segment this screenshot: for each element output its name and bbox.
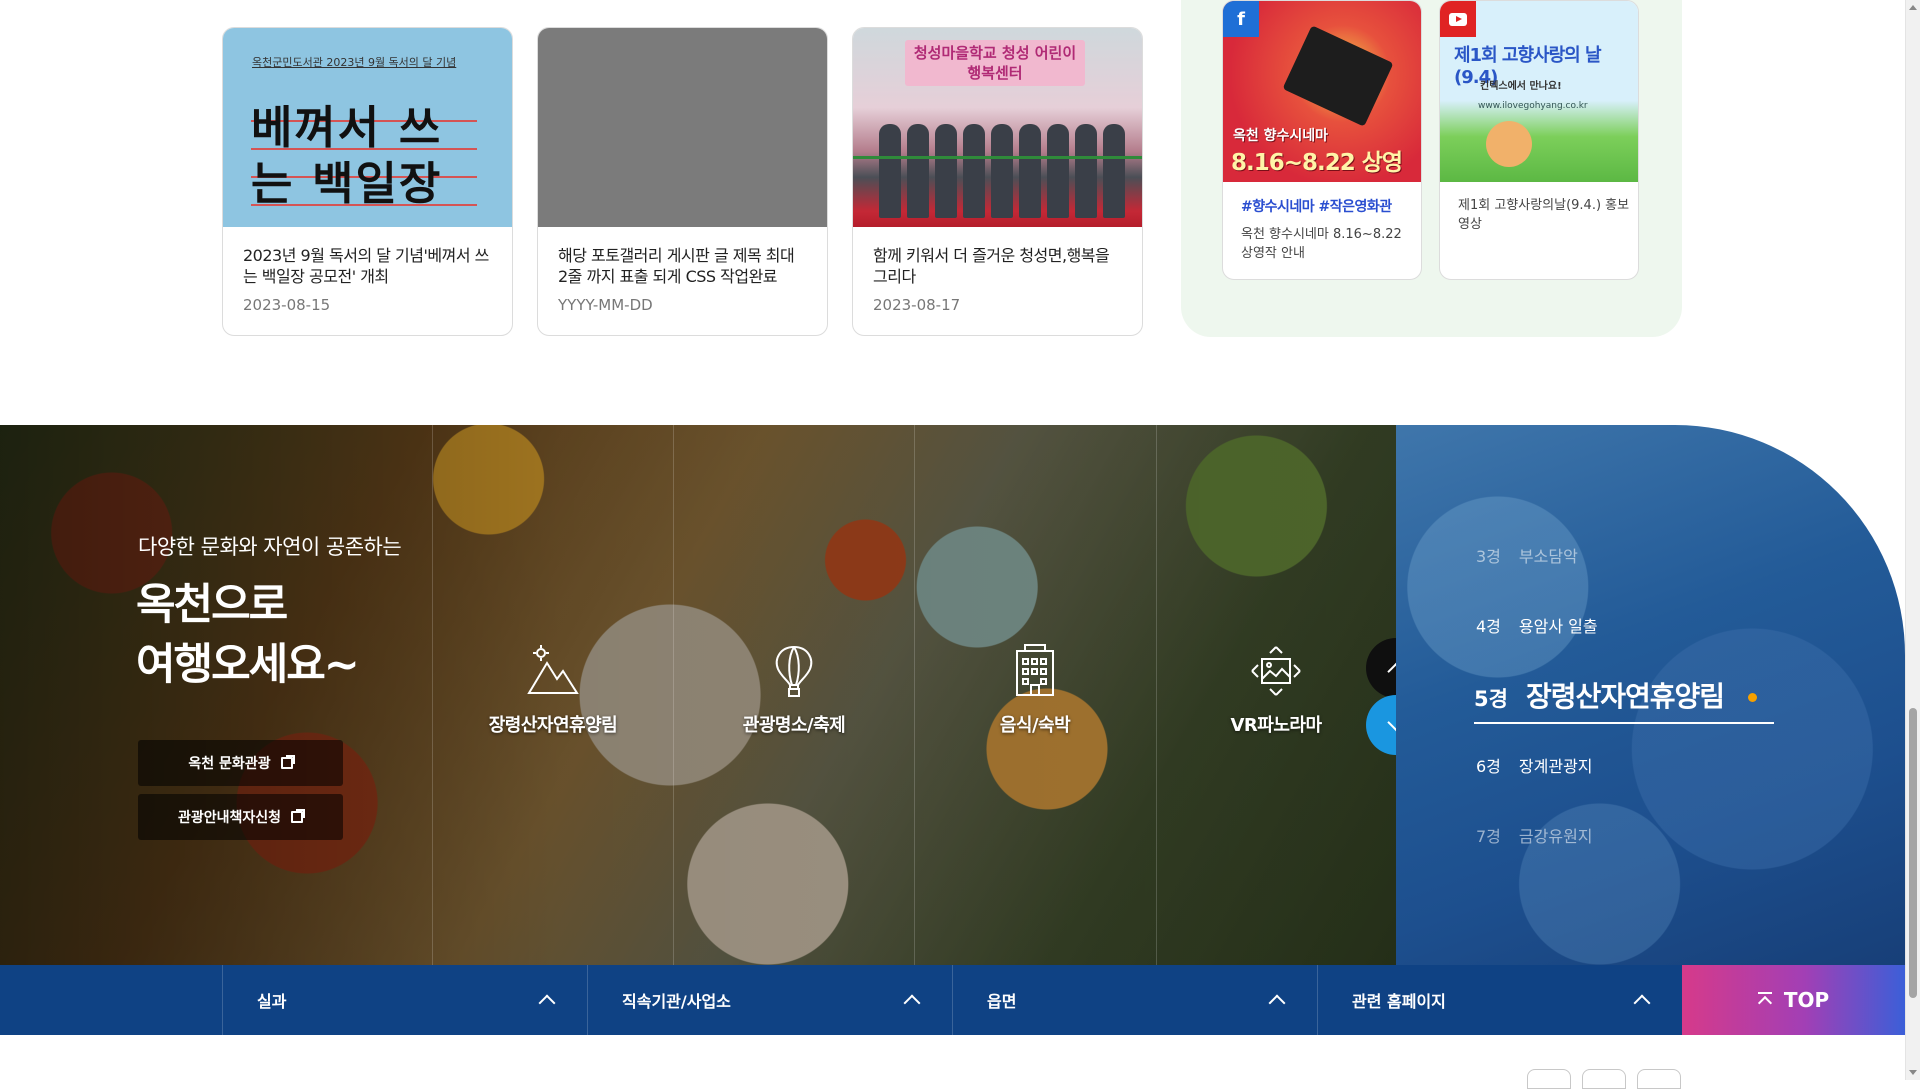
footer-nav-affiliated-agencies[interactable]: 직속기관/사업소 [587, 965, 952, 1035]
clapperboard-icon [1282, 25, 1394, 127]
external-link-icon [280, 755, 295, 769]
news-card-title[interactable]: 해당 포토갤러리 게시판 글 제목 최대 2줄 까지 표출 되게 CSS 작업완… [558, 245, 808, 287]
social-panel: 옥천 향수시네마 8.16~8.22 상영작 안내 f #향수시네마 #작은영화… [1181, 0, 1682, 337]
scene-item[interactable]: 3경 부소담악 [1476, 543, 1578, 567]
footer-nav-related-sites[interactable]: 관련 홈페이지 [1317, 965, 1682, 1035]
scrollbar-thumb[interactable] [1909, 708, 1917, 998]
news-card[interactable]: 청성마을학교 청성 어린이 행복센터 함께 키워서 더 즐거운 청성면,행복을 … [852, 27, 1143, 336]
scene-item-active[interactable]: 5경 장령산자연휴양림 [1474, 675, 1758, 715]
balloon-icon [775, 645, 813, 697]
culture-tourism-link[interactable]: 옥천 문화관광 [138, 740, 343, 786]
youtube-icon [1440, 1, 1476, 37]
scenic-spots-panel: 3경 부소담악 4경 용암사 일출 5경 장령산자연휴양림 6경 장계관광지 7… [1396, 425, 1905, 965]
news-card-image: 청성마을학교 청성 어린이 행복센터 [853, 28, 1142, 227]
top-content: 옥천군민도서관 2023년 9월 독서의 달 기념 베껴서 쓰는 백일장 202… [0, 0, 1905, 425]
news-card-title[interactable]: 2023년 9월 독서의 달 기념'베껴서 쓰는 백일장 공모전' 개최 [243, 245, 493, 287]
travel-section: 다양한 문화와 자연이 공존하는 옥천으로 여행오세요~ 옥천 문화관광 관광안… [0, 425, 1905, 965]
active-underline [1474, 722, 1774, 724]
social-card-desc: 제1회 고향사랑의날(9.4.) 홍보영상 [1458, 198, 1630, 232]
social-card-desc: 옥천 향수시네마 8.16~8.22 상영작 안내 [1241, 227, 1402, 261]
news-card-date: 2023-08-17 [873, 296, 961, 314]
chevron-up-icon [538, 994, 556, 1012]
category-vr-panorama[interactable]: VR파노라마 [1176, 643, 1376, 737]
category-attractions-festivals[interactable]: 관광명소/축제 [694, 643, 894, 737]
scene-item[interactable]: 4경 용암사 일출 [1476, 613, 1598, 637]
category-recreation-forest[interactable]: 장령산자연휴양림 [453, 643, 653, 737]
chevron-up-icon [903, 994, 921, 1012]
social-card-tags: #향수시네마 #작은영화관 [1241, 199, 1392, 215]
news-card-date: YYYY-MM-DD [558, 296, 653, 314]
active-dot-icon [1748, 693, 1758, 702]
news-card-title[interactable]: 함께 키워서 더 즐거운 청성면,행복을 그리다 [873, 245, 1123, 287]
arrow-up-icon [1757, 992, 1772, 1008]
mountain-icon [527, 645, 579, 694]
news-card[interactable]: 해당 포토갤러리 게시판 글 제목 최대 2줄 까지 표출 되게 CSS 작업완… [537, 27, 828, 336]
footer-small-button[interactable] [1582, 1069, 1626, 1089]
footer-small-button[interactable] [1527, 1069, 1571, 1089]
scroll-top-button[interactable]: TOP [1682, 965, 1905, 1035]
chevron-up-icon [1633, 994, 1651, 1012]
facebook-icon: f [1223, 1, 1259, 37]
scroll-down-arrow-icon[interactable] [1909, 1070, 1917, 1075]
mascot-icon [1486, 121, 1532, 167]
news-card-image: 옥천군민도서관 2023년 9월 독서의 달 기념 베껴서 쓰는 백일장 [223, 28, 512, 227]
footer-small-button[interactable] [1637, 1069, 1681, 1089]
news-card-image-placeholder [538, 28, 827, 227]
scroll-up-arrow-icon[interactable] [1909, 5, 1917, 10]
news-card-date: 2023-08-15 [243, 296, 331, 314]
footer-nav-departments[interactable]: 실과 [222, 965, 587, 1035]
page-scrollbar[interactable] [1905, 0, 1920, 1080]
social-card-youtube[interactable]: 제1회 고향사랑의 날(9.4) 킨텍스에서 만나요! www.ilovegoh… [1439, 0, 1639, 280]
image-caption: 옥천군민도서관 2023년 9월 독서의 달 기념 [252, 56, 457, 69]
social-card-facebook[interactable]: 옥천 향수시네마 8.16~8.22 상영작 안내 f #향수시네마 #작은영화… [1222, 0, 1422, 280]
footer-nav-towns[interactable]: 읍면 [952, 965, 1317, 1035]
travel-subtitle: 다양한 문화와 자연이 공존하는 [138, 535, 402, 559]
scene-item[interactable]: 7경 금강유원지 [1476, 823, 1593, 847]
travel-title: 옥천으로 여행오세요~ [136, 580, 360, 690]
category-food-lodging[interactable]: 음식/숙박 [935, 643, 1135, 737]
external-link-icon [291, 809, 306, 823]
panorama-icon [1251, 646, 1301, 696]
image-headline: 베껴서 쓰는 백일장 [251, 101, 443, 210]
news-card[interactable]: 옥천군민도서관 2023년 9월 독서의 달 기념 베껴서 쓰는 백일장 202… [222, 27, 513, 336]
building-icon [1016, 644, 1054, 696]
travel-background-photo: 다양한 문화와 자연이 공존하는 옥천으로 여행오세요~ 옥천 문화관광 관광안… [0, 425, 1396, 965]
image-sign: 청성마을학교 청성 어린이 행복센터 [905, 40, 1085, 86]
chevron-up-icon [1268, 994, 1286, 1012]
brochure-request-link[interactable]: 관광안내책자신청 [138, 794, 343, 840]
footer-nav-bar: 실과 직속기관/사업소 읍면 관련 홈페이지 [0, 965, 1905, 1035]
scene-item[interactable]: 6경 장계관광지 [1476, 753, 1593, 777]
